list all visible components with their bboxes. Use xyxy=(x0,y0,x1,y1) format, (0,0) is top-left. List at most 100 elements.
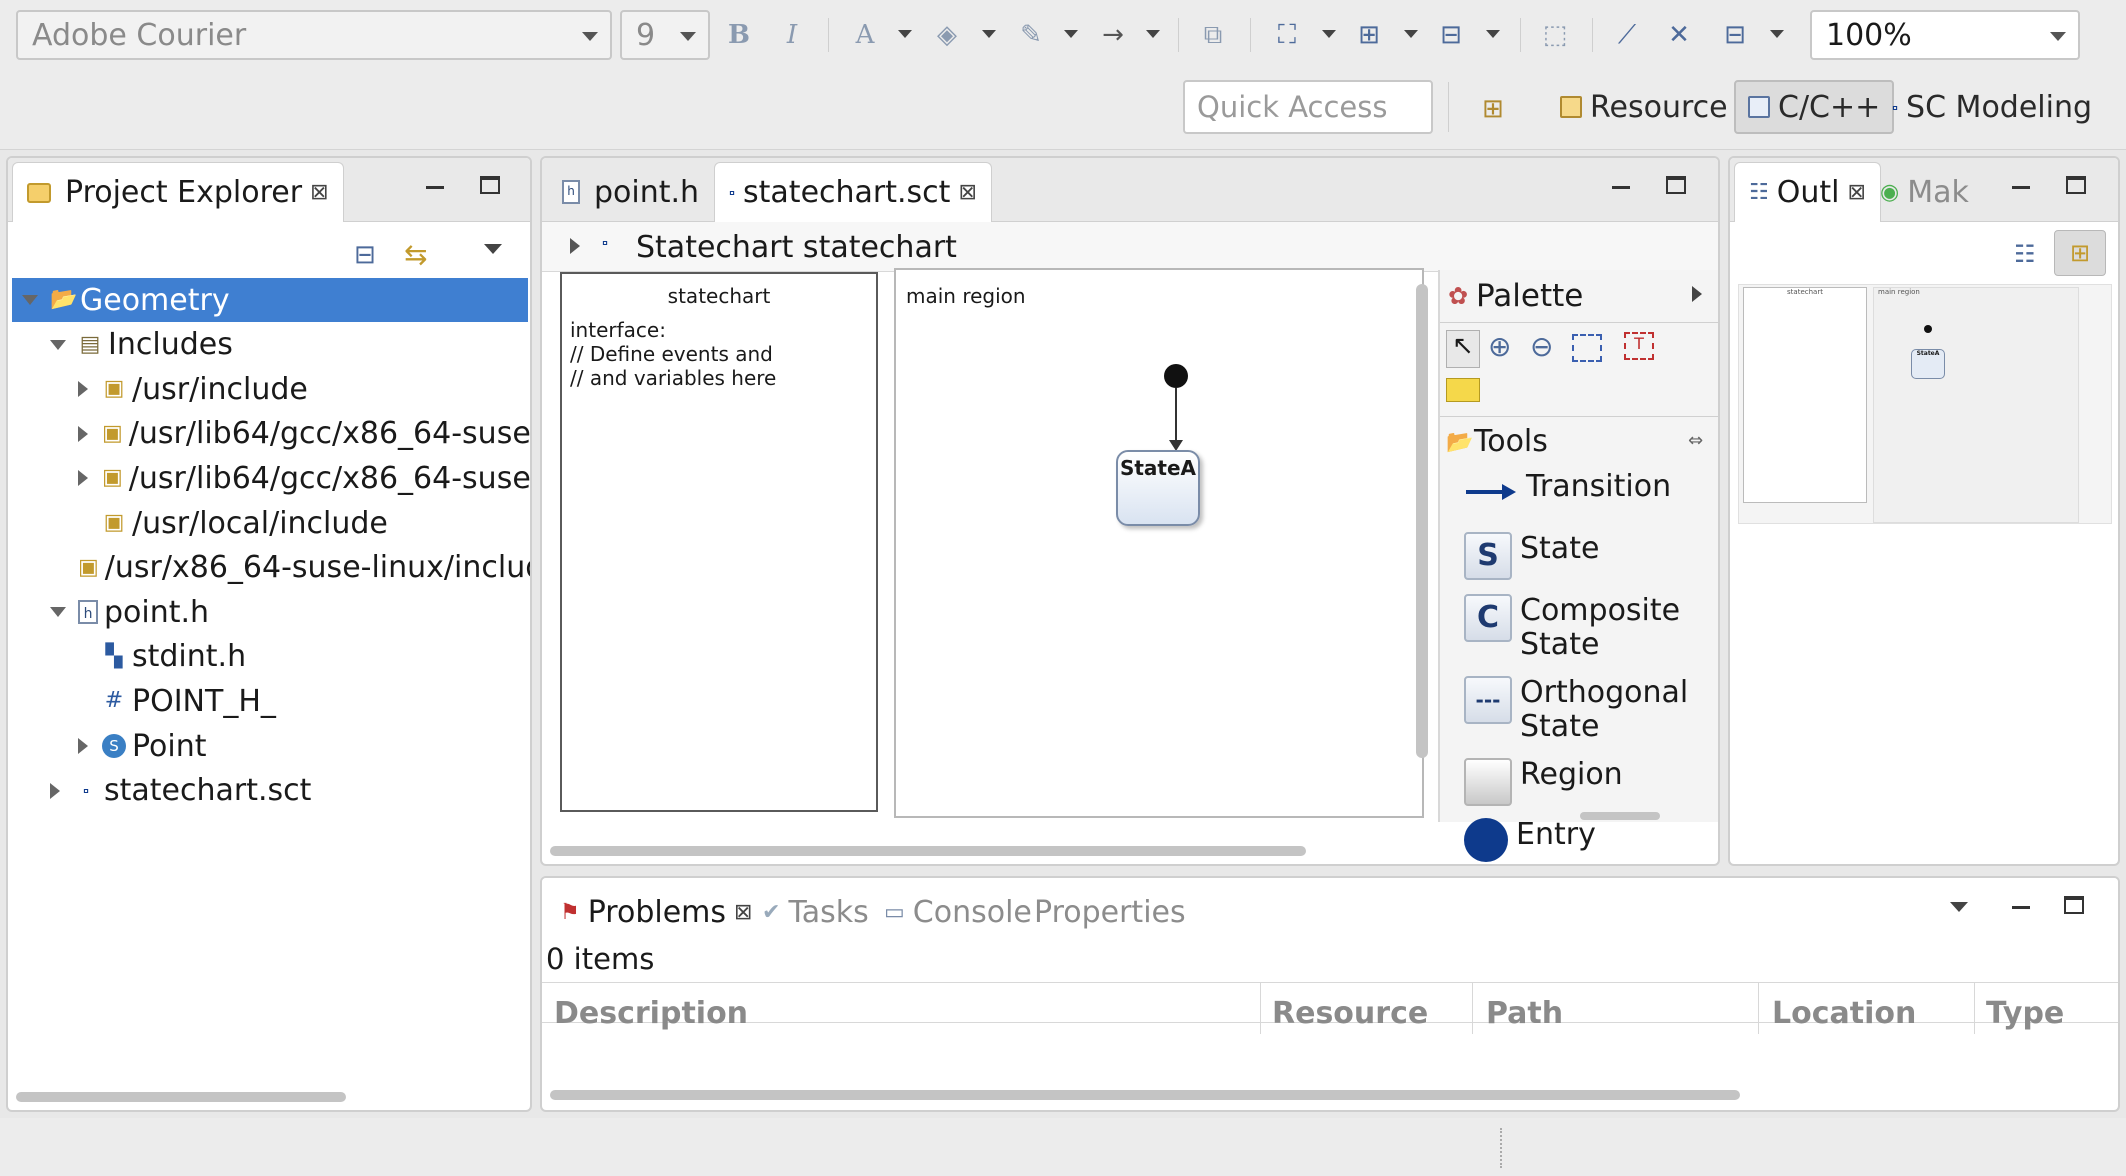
main-region[interactable]: main region xyxy=(894,268,1424,818)
column-separator[interactable] xyxy=(1758,982,1759,1034)
column-header-resource[interactable]: Resource xyxy=(1272,996,1428,1031)
tools-title[interactable]: Tools xyxy=(1474,424,1548,459)
close-icon[interactable]: ⊠ xyxy=(958,180,976,205)
open-perspective-icon[interactable]: ⊞ xyxy=(1482,94,1504,124)
remove-bendpoints-icon[interactable]: ✕ xyxy=(1662,18,1696,52)
chevron-down-icon[interactable] xyxy=(1322,30,1336,38)
column-header-location[interactable]: Location xyxy=(1772,996,1916,1031)
palette-item-entry[interactable]: Entry xyxy=(1464,818,1596,862)
tab-problems[interactable]: ⚑ Problems ⊠ xyxy=(546,882,767,942)
horizontal-scrollbar[interactable] xyxy=(550,846,1306,856)
chevron-down-icon[interactable] xyxy=(1404,30,1418,38)
minimize-icon[interactable] xyxy=(1612,186,1630,189)
chevron-down-icon[interactable] xyxy=(982,30,996,38)
arrange-icon[interactable]: ⊞ xyxy=(1352,18,1386,52)
font-name-combo[interactable]: Adobe Courier xyxy=(16,10,612,60)
view-menu-icon[interactable] xyxy=(484,244,502,254)
tab-make-targets[interactable]: ◉ Mak xyxy=(1866,162,1983,222)
perspective-sc-modeling[interactable]: ⬞ SC Modeling xyxy=(1880,80,2104,134)
zoom-in-icon[interactable]: ⊕ xyxy=(1488,330,1511,363)
chevron-right-icon[interactable] xyxy=(78,381,88,398)
line-color-icon[interactable]: ✎ xyxy=(1014,18,1048,52)
transition-line[interactable] xyxy=(1175,388,1177,444)
quick-access-input[interactable]: Quick Access xyxy=(1183,80,1433,134)
font-size-combo[interactable]: 9 xyxy=(620,10,710,60)
column-header-description[interactable]: Description xyxy=(554,996,748,1031)
copy-appearance-icon[interactable]: ⧉ xyxy=(1196,18,1230,52)
chevron-right-icon[interactable] xyxy=(50,782,60,799)
close-icon[interactable]: ⊠ xyxy=(310,180,328,205)
font-color-icon[interactable]: A xyxy=(848,18,882,52)
chevron-down-icon[interactable] xyxy=(50,607,66,618)
maximize-icon[interactable] xyxy=(2066,176,2086,194)
chevron-down-icon[interactable] xyxy=(680,32,696,41)
minimize-icon[interactable] xyxy=(2012,906,2030,909)
size-icon[interactable]: ⬚ xyxy=(1538,18,1572,52)
palette-item-composite-state[interactable]: C Composite State xyxy=(1464,594,1700,662)
column-separator[interactable] xyxy=(1974,982,1975,1034)
link-with-editor-icon[interactable]: ⇆ xyxy=(404,238,427,271)
column-header-path[interactable]: Path xyxy=(1486,996,1563,1031)
line-style-icon[interactable]: → xyxy=(1096,18,1130,52)
tree-item[interactable]: ▣/usr/x86_64-suse-linux/includ xyxy=(12,546,530,590)
chevron-right-icon[interactable] xyxy=(78,738,88,754)
marquee-icon[interactable] xyxy=(1572,334,1602,362)
palette-scrollbar[interactable] xyxy=(1580,812,1660,820)
entry-point[interactable] xyxy=(1164,364,1188,388)
column-separator[interactable] xyxy=(1472,982,1473,1034)
tab-properties[interactable]: Properties xyxy=(1020,882,1200,942)
zoom-combo[interactable]: 100% xyxy=(1810,10,2080,60)
tree-item[interactable]: ▣ /usr/local/include xyxy=(12,501,528,545)
align-icon[interactable]: ⊟ xyxy=(1434,18,1468,52)
column-header-type[interactable]: Type xyxy=(1986,996,2064,1031)
definition-section[interactable]: statechart interface: // Define events a… xyxy=(560,272,878,812)
perspective-cpp[interactable]: C/C++ xyxy=(1734,80,1895,134)
horizontal-scrollbar[interactable] xyxy=(550,1090,1740,1100)
chevron-down-icon[interactable] xyxy=(1146,30,1160,38)
tab-outline[interactable]: ☷ Outl ⊠ xyxy=(1734,162,1881,222)
palette-item-state[interactable]: S State xyxy=(1464,532,1599,580)
tree-item[interactable]: # POINT_H_ xyxy=(12,679,528,723)
perspective-resource[interactable]: Resource xyxy=(1548,80,1740,134)
collapse-all-icon[interactable]: ⊟ xyxy=(354,240,376,270)
layout-icon[interactable]: ⊟ xyxy=(1718,18,1752,52)
tree-item[interactable]: ⬞ statechart.sct xyxy=(12,769,528,813)
note-icon[interactable] xyxy=(1446,378,1480,402)
tree-view-icon[interactable]: ☷ xyxy=(2014,240,2036,268)
chevron-right-icon[interactable] xyxy=(78,470,88,487)
tab-project-explorer[interactable]: Project Explorer ⊠ xyxy=(12,162,344,222)
chevron-down-icon[interactable] xyxy=(898,30,912,38)
palette-item-orthogonal-state[interactable]: --- Orthogonal State xyxy=(1464,676,1700,744)
drawer-pin-icon[interactable]: ⇔ xyxy=(1688,430,1703,451)
chevron-down-icon[interactable] xyxy=(1486,30,1500,38)
tree-item[interactable]: ▣/usr/lib64/gcc/x86_64-suse-lir xyxy=(12,412,530,456)
router-icon[interactable]: ⟋ xyxy=(1610,18,1644,52)
text-marquee-icon[interactable]: T xyxy=(1624,332,1654,360)
column-separator[interactable] xyxy=(1260,982,1261,1034)
palette-item-region[interactable]: Region xyxy=(1464,758,1623,806)
view-menu-icon[interactable] xyxy=(1950,902,1968,912)
chevron-down-icon[interactable] xyxy=(582,32,598,41)
bold-button[interactable]: B xyxy=(722,18,756,52)
palette-collapse-icon[interactable] xyxy=(1692,286,1702,302)
chevron-down-icon[interactable] xyxy=(1064,30,1078,38)
chevron-down-icon[interactable] xyxy=(50,339,66,350)
tree-item[interactable]: 📂 Geometry xyxy=(12,278,528,322)
select-tool-icon[interactable]: ↖ xyxy=(1446,330,1480,368)
fill-color-icon[interactable]: ◈ xyxy=(930,18,964,52)
state-a[interactable]: StateA xyxy=(1116,450,1200,526)
tree-item[interactable]: ▣/usr/lib64/gcc/x86_64-suse-lir xyxy=(12,456,530,500)
diagram-canvas[interactable]: statechart interface: // Define events a… xyxy=(560,268,1424,818)
minimize-icon[interactable] xyxy=(2012,186,2030,189)
maximize-icon[interactable] xyxy=(1666,176,1686,194)
chevron-right-icon[interactable] xyxy=(570,238,580,254)
tree-item[interactable]: ▤ Includes xyxy=(12,323,528,367)
vertical-scrollbar[interactable] xyxy=(1416,284,1428,758)
close-icon[interactable]: ⊠ xyxy=(1847,180,1865,205)
overview-icon[interactable]: ⊞ xyxy=(2054,230,2106,276)
minimize-icon[interactable] xyxy=(426,186,444,189)
tree-item[interactable]: ▣ /usr/include xyxy=(12,367,528,411)
tab-statechart-sct[interactable]: ⬞ statechart.sct ⊠ xyxy=(714,162,992,222)
horizontal-scrollbar[interactable] xyxy=(16,1092,346,1102)
tree-item[interactable]: h point.h xyxy=(12,590,528,634)
